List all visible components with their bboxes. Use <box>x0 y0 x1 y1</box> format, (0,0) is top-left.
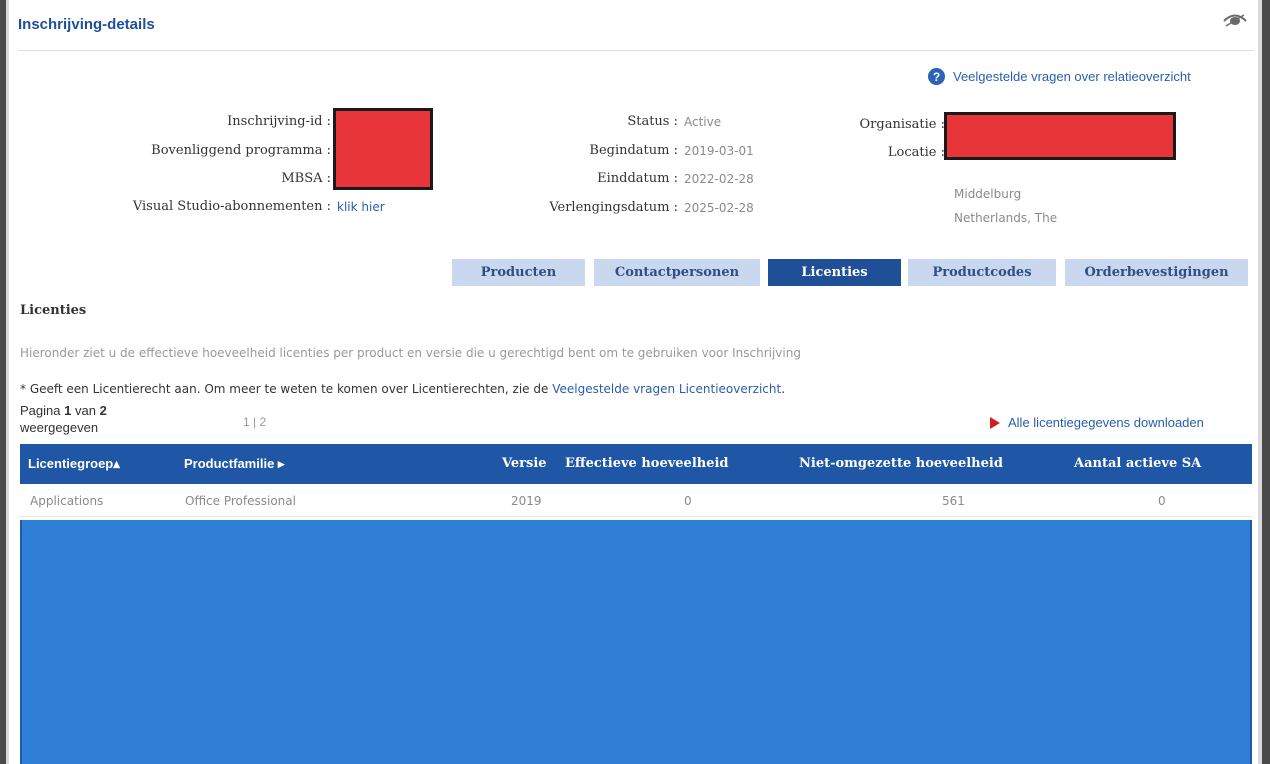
location-label: Locatie : <box>887 145 945 160</box>
status-label: Status : <box>627 114 678 129</box>
download-label[interactable]: Alle licentiegegevens downloaden <box>1008 415 1204 430</box>
column-header-effectieve-hoeveelheid[interactable]: Effectieve hoeveelheid <box>565 456 729 471</box>
column-header-productfamilie[interactable]: Productfamilie ▸ <box>184 456 284 472</box>
location-country: Netherlands, The <box>954 211 1058 225</box>
paging-suffix: weergegeven <box>20 420 99 435</box>
cell-versie: 2019 <box>511 494 542 508</box>
cell-productfamilie: Office Professional <box>185 494 296 508</box>
window-edge-right <box>1262 0 1270 764</box>
license-rights-note: * Geeft een Licentierecht aan. Om meer t… <box>20 382 785 396</box>
paging-current: 1 <box>64 403 72 418</box>
note-prefix: * Geeft een Licentierecht aan. Om meer t… <box>20 382 549 396</box>
end-date-label: Einddatum : <box>597 171 678 186</box>
paging-total: 2 <box>99 403 107 418</box>
cell-effectieve-hoeveelheid: 0 <box>684 494 692 508</box>
window-edge-left-inner <box>6 0 9 764</box>
faq-link[interactable]: ? Veelgestelde vragen over relatieoverzi… <box>928 68 1191 85</box>
column-label: Productfamilie <box>184 456 275 471</box>
redacted-organisation-info <box>944 112 1176 160</box>
redacted-enrollment-info <box>333 108 433 190</box>
tab-productcodes[interactable]: Productcodes <box>908 259 1056 286</box>
vs-subscriptions-link[interactable]: klik hier <box>337 200 385 214</box>
column-header-aantal-actieve-sa[interactable]: Aantal actieve SA <box>1074 456 1201 471</box>
paging-prefix: Pagina <box>20 403 61 418</box>
cell-licentiegroep: Applications <box>30 494 104 508</box>
download-all-link[interactable]: Alle licentiegegevens downloaden <box>990 415 1204 430</box>
page-title: Inschrijving-details <box>18 16 155 33</box>
paging-middle: van <box>74 403 96 418</box>
cell-aantal-actieve-sa: 0 <box>1158 494 1166 508</box>
enrollment-id-label: Inschrijving-id : <box>227 114 331 129</box>
note-suffix: . <box>781 382 786 396</box>
renewal-date-value: 2025-02-28 <box>684 201 754 215</box>
table-header: Licentiegroep▴ Productfamilie ▸ Versie E… <box>20 444 1252 484</box>
vs-subscriptions-label: Visual Studio-abonnementen : <box>132 199 331 214</box>
header-divider <box>18 50 1254 51</box>
play-icon <box>990 416 1000 429</box>
faq-link-label[interactable]: Veelgestelde vragen over relatieoverzich… <box>953 69 1191 84</box>
column-header-licentiegroep[interactable]: Licentiegroep▴ <box>28 456 120 472</box>
location-city: Middelburg <box>954 187 1022 201</box>
licenses-description: Hieronder ziet u de effectieve hoeveelhe… <box>20 346 801 360</box>
help-icon: ? <box>928 68 945 85</box>
tab-producten[interactable]: Producten <box>452 259 585 286</box>
page-links[interactable]: 1 | 2 <box>243 415 266 429</box>
paging-info: Pagina 1 van 2 weergegeven <box>20 402 107 436</box>
start-date-label: Begindatum : <box>589 143 678 158</box>
sort-ascending-icon: ▴ <box>113 456 120 471</box>
tab-licenties[interactable]: Licenties <box>768 259 901 286</box>
license-faq-link[interactable]: Veelgestelde vragen Licentieoverzicht <box>552 382 781 396</box>
chevron-right-icon: ▸ <box>277 456 285 471</box>
start-date-value: 2019-03-01 <box>684 144 754 158</box>
row-divider <box>20 516 1252 517</box>
mbsa-label: MBSA : <box>281 171 331 186</box>
tab-contactpersonen[interactable]: Contactpersonen <box>594 259 760 286</box>
section-title: Licenties <box>20 303 87 318</box>
status-value: Active <box>684 115 722 129</box>
tab-orderbevestigingen[interactable]: Orderbevestigingen <box>1065 259 1248 286</box>
column-header-niet-omgezette-hoeveelheid[interactable]: Niet-omgezette hoeveelheid <box>799 456 1003 471</box>
renewal-date-label: Verlengingsdatum : <box>549 200 678 215</box>
organisation-label: Organisatie : <box>859 117 945 132</box>
end-date-value: 2022-02-28 <box>684 172 754 186</box>
cell-niet-omgezette-hoeveelheid: 561 <box>942 494 965 508</box>
redacted-table-area <box>20 520 1252 764</box>
column-label: Licentiegroep <box>28 456 114 471</box>
column-header-versie[interactable]: Versie <box>502 456 547 471</box>
parent-program-label: Bovenliggend programma : <box>151 143 331 158</box>
eye-icon[interactable] <box>1222 12 1248 28</box>
